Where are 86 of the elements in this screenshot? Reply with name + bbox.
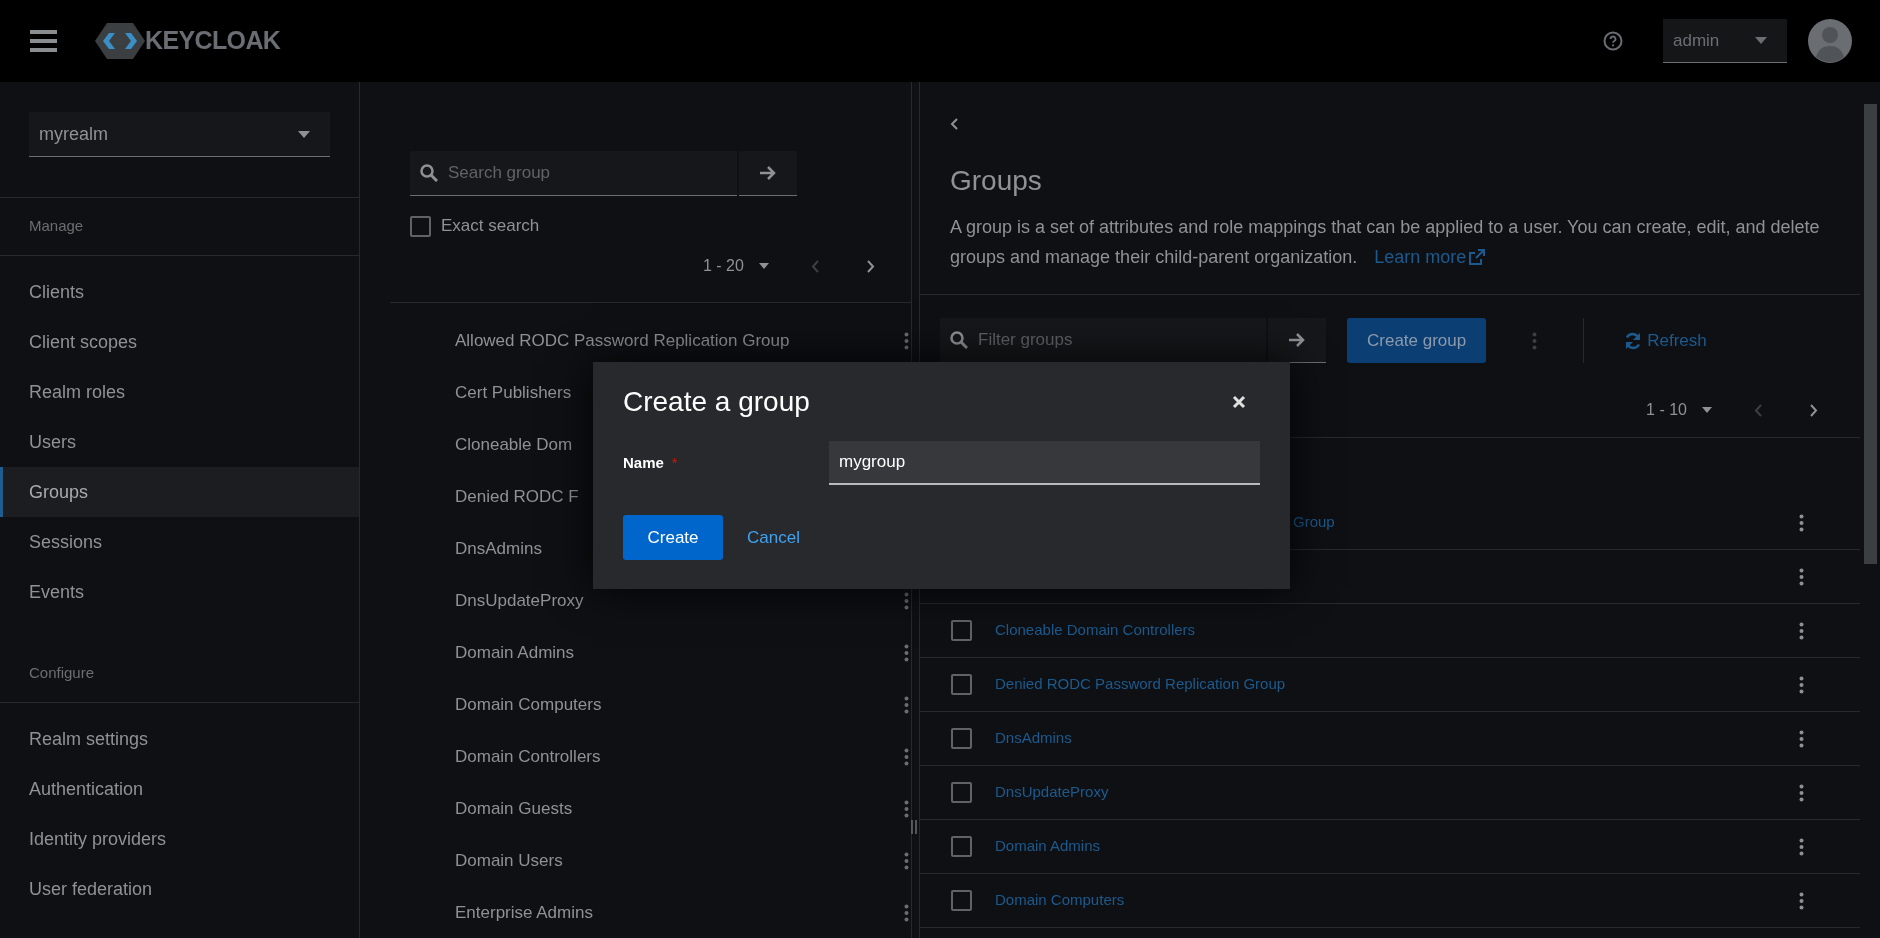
nav-item[interactable]: Groups <box>0 467 359 517</box>
back-icon[interactable] <box>950 118 958 130</box>
kebab-icon[interactable] <box>904 644 909 662</box>
group-tree-item[interactable]: Domain Admins <box>455 640 575 666</box>
exact-search-checkbox[interactable] <box>410 215 431 237</box>
nav-item[interactable]: Sessions <box>0 517 359 567</box>
nav-item[interactable]: Client scopes <box>0 317 359 367</box>
kebab-icon[interactable] <box>904 800 909 818</box>
group-tree-item[interactable]: DnsAdmins <box>455 536 542 562</box>
nav-item[interactable]: Clients <box>0 267 359 317</box>
nav-item[interactable]: Realm roles <box>0 367 359 417</box>
row-checkbox[interactable] <box>951 674 972 695</box>
create-button[interactable]: Create <box>623 515 723 560</box>
filter-field[interactable]: Filter groups <box>940 318 1266 363</box>
avatar-icon[interactable] <box>1808 19 1852 63</box>
group-tree-item[interactable]: Cert Publishers <box>455 380 572 406</box>
kebab-icon[interactable] <box>904 592 909 610</box>
refresh-icon <box>1624 331 1643 350</box>
search-field[interactable]: Search group <box>410 151 737 196</box>
page-description: A group is a set of attributes and role mappings that can be applied to a user. You can create, edit, and delete groups and manage their child-parent organization. Learn more <box>950 212 1840 272</box>
caret-icon <box>298 130 310 138</box>
group-tree-item[interactable]: Enterprise Admins <box>455 900 593 926</box>
kebab-icon[interactable] <box>904 696 909 714</box>
row-checkbox[interactable] <box>951 620 972 641</box>
nav-item[interactable]: Realm settings <box>0 714 359 764</box>
kebab-icon[interactable] <box>1799 837 1804 856</box>
required-asterisk: * <box>671 452 678 473</box>
menu-icon[interactable] <box>30 30 57 52</box>
nav-item[interactable]: Events <box>0 567 359 617</box>
brand-name: KEYCLOAK <box>145 25 281 57</box>
row-checkbox[interactable] <box>951 890 972 911</box>
group-tree-item[interactable]: DnsUpdateProxy <box>455 588 584 614</box>
kebab-icon[interactable] <box>904 904 909 922</box>
field-label: Name <box>623 452 664 473</box>
filter-submit-button[interactable] <box>1268 318 1326 363</box>
pagination-range[interactable]: 1 - 20 <box>703 254 744 278</box>
group-tree-item[interactable]: Denied RODC F <box>455 484 579 510</box>
group-tree-item[interactable]: Domain Computers <box>455 692 602 718</box>
kebab-icon[interactable] <box>904 332 909 350</box>
nav-section-heading: Configure <box>28 663 95 684</box>
cancel-button[interactable]: Cancel <box>747 524 800 551</box>
help-icon[interactable] <box>1603 31 1623 51</box>
kebab-icon[interactable] <box>1799 567 1804 586</box>
pagination-range[interactable]: 1 - 10 <box>1646 398 1687 422</box>
kebab-icon[interactable] <box>1799 675 1804 694</box>
kebab-icon[interactable] <box>904 852 909 870</box>
caret-icon[interactable] <box>758 263 769 269</box>
kebab-icon[interactable] <box>1799 783 1804 802</box>
drag-handle-icon[interactable] <box>911 820 917 834</box>
nav-item[interactable]: Authentication <box>0 764 359 814</box>
nav-item[interactable]: Users <box>0 417 359 467</box>
kebab-icon[interactable] <box>1799 729 1804 748</box>
user-dropdown[interactable]: admin <box>1663 19 1787 63</box>
nav-item[interactable]: Identity providers <box>0 814 359 864</box>
group-tree-item[interactable]: Domain Guests <box>455 796 573 822</box>
caret-icon[interactable] <box>1702 407 1712 413</box>
arrow-icon <box>1288 332 1306 348</box>
kebab-icon[interactable] <box>1799 621 1804 640</box>
close-icon[interactable] <box>1232 395 1246 409</box>
row-checkbox[interactable] <box>951 836 972 857</box>
kebab-icon[interactable] <box>904 748 909 766</box>
next-page-icon[interactable] <box>866 259 875 273</box>
search-icon <box>950 331 968 349</box>
dialog-title: Create a group <box>623 385 810 419</box>
name-input-field[interactable]: mygroup <box>829 441 1260 485</box>
nav-item[interactable]: User federation <box>0 864 359 914</box>
group-tree-item[interactable]: Domain Users <box>455 848 563 874</box>
arrow-icon <box>759 165 777 181</box>
kebab-icon[interactable] <box>1799 513 1804 532</box>
kebab-icon[interactable] <box>1799 891 1804 910</box>
page-title: Groups <box>950 164 1043 198</box>
create-group-button[interactable]: Create group <box>1347 318 1487 363</box>
group-tree-item[interactable]: Allowed RODC Password Replication Group <box>455 328 790 354</box>
group-tree-item[interactable]: Domain Controllers <box>455 744 601 770</box>
row-checkbox[interactable] <box>951 728 972 749</box>
next-page-icon[interactable] <box>1810 403 1818 417</box>
search-submit-button[interactable] <box>739 151 797 196</box>
group-tree-item[interactable]: Cloneable Dom <box>455 432 573 458</box>
logo-icon <box>95 21 145 61</box>
exact-search-label: Exact search <box>441 215 540 238</box>
row-checkbox[interactable] <box>951 782 972 803</box>
caret-icon <box>1755 37 1767 44</box>
external-link-icon <box>1469 249 1486 265</box>
realm-dropdown[interactable]: myrealm <box>29 112 330 157</box>
nav-section-heading: Manage <box>28 216 84 237</box>
search-icon <box>420 164 438 182</box>
